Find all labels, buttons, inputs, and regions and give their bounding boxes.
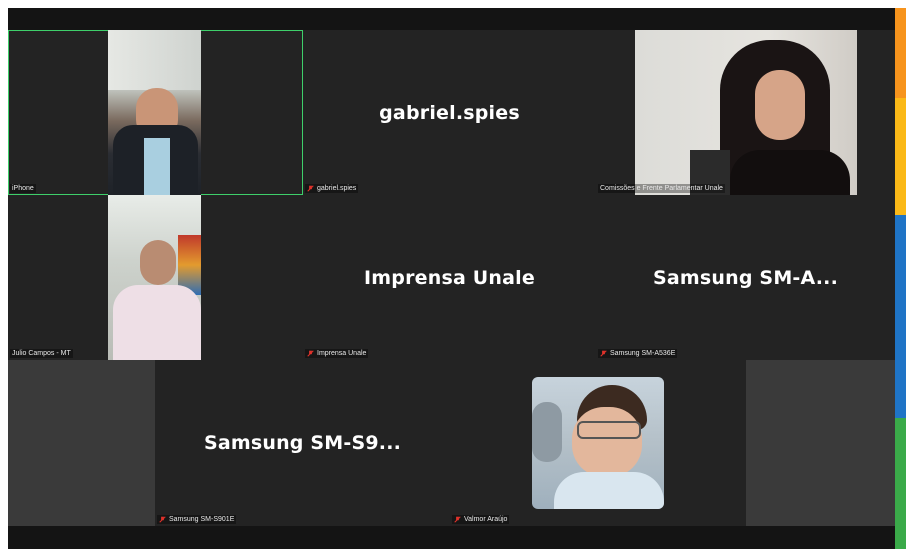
participant-label: Comissões e Frente Parlamentar Unale	[598, 184, 725, 193]
participant-video	[108, 30, 201, 195]
muted-mic-icon	[600, 350, 607, 357]
muted-mic-icon	[454, 516, 461, 523]
video-tile-valmor-araujo[interactable]: Valmor Araújo	[450, 360, 746, 526]
participant-display-name: Samsung SM-S9...	[203, 432, 402, 454]
accent-strip-orange	[895, 8, 906, 98]
participant-label: Samsung SM-S901E	[157, 515, 237, 524]
participant-label: gabriel.spies	[305, 184, 359, 193]
participant-video	[108, 195, 201, 360]
side-pane-right	[746, 360, 895, 526]
participant-label: Valmor Araújo	[452, 515, 510, 524]
participant-label: Julio Campos - MT	[10, 349, 73, 358]
side-pane-left	[8, 360, 155, 526]
accent-strip-yellow	[895, 98, 906, 215]
video-tile-samsung-sm-a536e[interactable]: Samsung SM-A... Samsung SM-A536E	[596, 195, 895, 360]
video-tile-comissoes[interactable]: Comissões e Frente Parlamentar Unale	[596, 30, 895, 195]
participant-video	[635, 30, 857, 195]
bottom-bar	[8, 526, 895, 549]
accent-strip-blue	[895, 215, 906, 418]
video-tile-julio-campos[interactable]: Julio Campos - MT	[8, 195, 303, 360]
participant-label: Imprensa Unale	[305, 349, 369, 358]
participant-display-name: Samsung SM-A...	[652, 266, 839, 289]
video-tile-samsung-sm-s901e[interactable]: Samsung SM-S9... Samsung SM-S901E	[155, 360, 450, 526]
accent-strip-green	[895, 418, 906, 549]
participant-label: iPhone	[10, 184, 36, 193]
muted-mic-icon	[307, 350, 314, 357]
top-bar	[8, 8, 895, 30]
participant-avatar	[532, 377, 664, 509]
participant-display-name: gabriel.spies	[379, 101, 520, 124]
muted-mic-icon	[159, 516, 166, 523]
video-tile-gabriel-spies[interactable]: gabriel.spies gabriel.spies	[303, 30, 596, 195]
video-tile-iphone[interactable]: iPhone	[8, 30, 303, 195]
participant-display-name: Imprensa Unale	[364, 266, 535, 289]
video-tile-imprensa-unale[interactable]: Imprensa Unale Imprensa Unale	[303, 195, 596, 360]
participant-label: Samsung SM-A536E	[598, 349, 678, 358]
muted-mic-icon	[307, 185, 314, 192]
